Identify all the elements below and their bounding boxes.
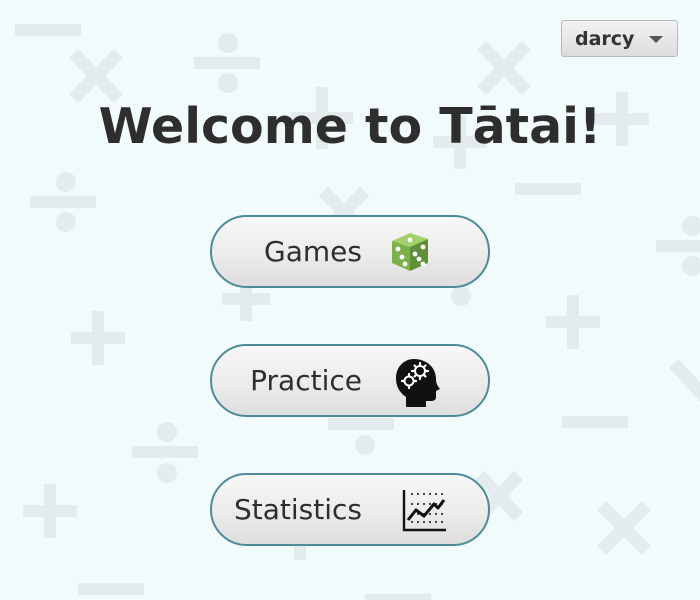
dice-icon [392, 233, 428, 271]
games-button-label: Games [264, 235, 362, 268]
practice-button[interactable]: Practice [210, 344, 490, 417]
line-chart-icon [402, 490, 446, 532]
head-gears-icon [396, 359, 440, 407]
practice-button-label: Practice [250, 364, 362, 397]
chevron-down-icon [649, 36, 663, 43]
statistics-button[interactable]: Statistics [210, 473, 490, 546]
statistics-button-label: Statistics [234, 493, 362, 526]
page-title: Welcome to Tātai! [98, 98, 602, 155]
games-button[interactable]: Games [210, 215, 490, 288]
user-menu-dropdown[interactable]: darcy [561, 20, 678, 57]
username-label: darcy [575, 27, 635, 50]
